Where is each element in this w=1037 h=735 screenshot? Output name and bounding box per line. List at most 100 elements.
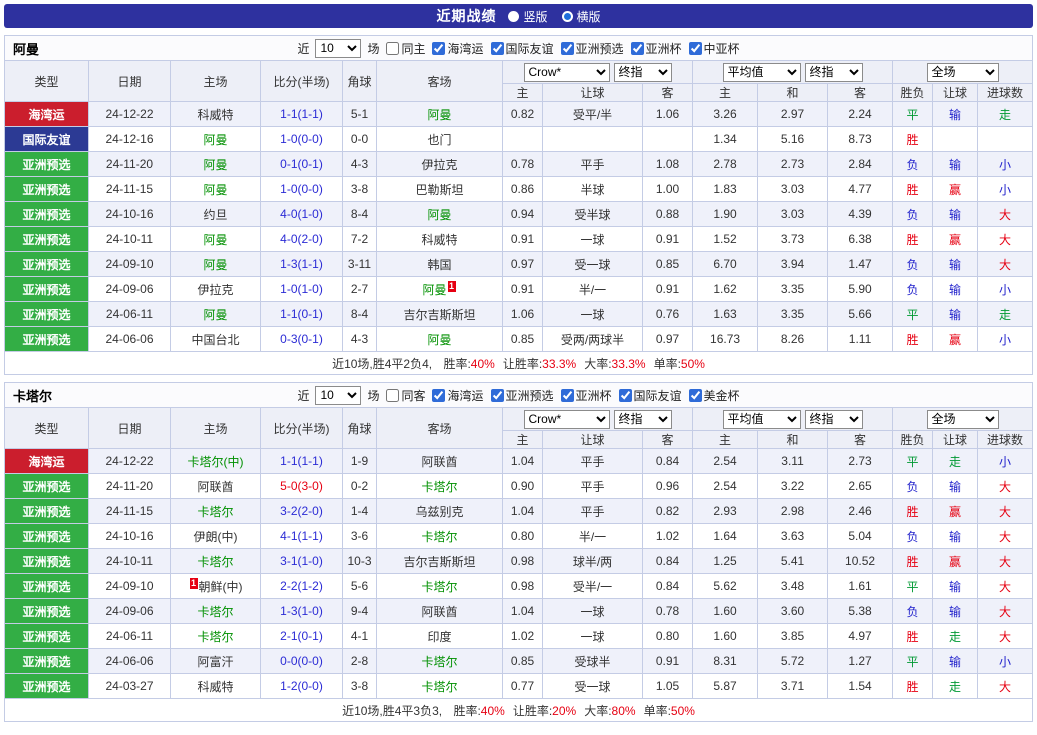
near-label: 近 bbox=[297, 387, 309, 404]
euro-draw-odds: 8.26 bbox=[758, 327, 828, 352]
summary-stat-value: 80% bbox=[612, 704, 636, 718]
view-option[interactable]: 竖版 bbox=[508, 8, 547, 25]
result-goals: 小 bbox=[978, 327, 1033, 352]
asian-away-odds: 0.91 bbox=[643, 227, 693, 252]
competition-checkbox-input[interactable] bbox=[491, 42, 504, 55]
competition-checkbox[interactable]: 亚洲杯 bbox=[630, 40, 682, 57]
competition-checkbox-input[interactable] bbox=[619, 389, 632, 402]
radio-icon bbox=[562, 11, 573, 22]
summary-stat-label: 让胜率: bbox=[513, 704, 552, 718]
competition-checkbox-input[interactable] bbox=[561, 389, 574, 402]
handicap-line: 受两/两球半 bbox=[543, 327, 643, 352]
result-goals: 小 bbox=[978, 152, 1033, 177]
sub-column-header: 主 bbox=[693, 84, 758, 102]
euro-home-odds: 5.62 bbox=[693, 574, 758, 599]
match-date: 24-11-15 bbox=[89, 177, 171, 202]
view-option[interactable]: 横版 bbox=[562, 8, 601, 25]
euro-draw-odds: 2.97 bbox=[758, 102, 828, 127]
competition-checkbox-input[interactable] bbox=[491, 389, 504, 402]
score: 0-0(0-0) bbox=[261, 649, 343, 674]
match-date: 24-10-11 bbox=[89, 227, 171, 252]
euro-away-odds: 5.66 bbox=[828, 302, 893, 327]
competition-checkbox[interactable]: 国际友谊 bbox=[490, 40, 554, 57]
euro-draw-odds: 5.41 bbox=[758, 549, 828, 574]
euro-odds-header: 平均值终指 bbox=[693, 408, 893, 431]
handicap-line: 半/一 bbox=[543, 277, 643, 302]
summary-stat-label: 大率: bbox=[584, 357, 611, 371]
same-venue-checkbox-input[interactable] bbox=[386, 389, 399, 402]
result-goals: 大 bbox=[978, 524, 1033, 549]
team-name: 阿曼 bbox=[13, 39, 39, 58]
asian-home-odds: 0.82 bbox=[503, 102, 543, 127]
competition-checkbox-input[interactable] bbox=[631, 42, 644, 55]
match-date: 24-09-10 bbox=[89, 252, 171, 277]
match-row: 亚洲预选24-09-06伊拉克1-0(1-0)2-7阿曼10.91半/一0.91… bbox=[5, 277, 1033, 302]
handicap-line: 一球 bbox=[543, 227, 643, 252]
same-venue-checkbox-input[interactable] bbox=[386, 42, 399, 55]
competition-checkbox[interactable]: 中亚杯 bbox=[688, 40, 740, 57]
euro-source-select[interactable]: 平均值 bbox=[723, 410, 801, 429]
competition-checkbox-input[interactable] bbox=[689, 389, 702, 402]
asian-away-odds: 0.78 bbox=[643, 599, 693, 624]
summary-row: 近10场,胜4平2负4, 胜率:40%让胜率:33.3%大率:33.3%单率:5… bbox=[5, 352, 1033, 375]
result-goals: 大 bbox=[978, 624, 1033, 649]
match-count-select[interactable]: 10 bbox=[315, 39, 361, 58]
result-handicap: 赢 bbox=[933, 177, 978, 202]
score: 4-0(1-0) bbox=[261, 202, 343, 227]
asian-odds-time-select[interactable]: 终指 bbox=[614, 63, 672, 82]
match-date: 24-09-06 bbox=[89, 277, 171, 302]
handicap-line: 平手 bbox=[543, 152, 643, 177]
result-wdl: 平 bbox=[893, 649, 933, 674]
competition-checkbox[interactable]: 海湾运 bbox=[431, 387, 483, 404]
euro-odds-time-select[interactable]: 终指 bbox=[805, 410, 863, 429]
competition-checkbox[interactable]: 亚洲杯 bbox=[560, 387, 612, 404]
column-header: 类型 bbox=[5, 61, 89, 102]
handicap-line: 平手 bbox=[543, 449, 643, 474]
competition-checkbox-input[interactable] bbox=[432, 389, 445, 402]
competition-checkbox-input[interactable] bbox=[689, 42, 702, 55]
competition-checkbox-input[interactable] bbox=[432, 42, 445, 55]
team-label: 卡塔尔 bbox=[197, 555, 233, 569]
corners: 3-6 bbox=[343, 524, 377, 549]
asian-home-odds bbox=[503, 127, 543, 152]
competition-checkbox[interactable]: 国际友谊 bbox=[618, 387, 682, 404]
result-scope-select[interactable]: 全场 bbox=[927, 410, 999, 429]
competition-checkbox[interactable]: 亚洲预选 bbox=[560, 40, 624, 57]
competition-checkbox[interactable]: 美金杯 bbox=[688, 387, 740, 404]
home-team: 阿曼 bbox=[171, 177, 261, 202]
corners: 4-3 bbox=[343, 152, 377, 177]
match-row: 亚洲预选24-06-06阿富汗0-0(0-0)2-8卡塔尔0.85受球半0.91… bbox=[5, 649, 1033, 674]
asian-away-odds: 0.97 bbox=[643, 327, 693, 352]
bookmaker-select[interactable]: Crow* bbox=[524, 410, 610, 429]
corners: 3-8 bbox=[343, 177, 377, 202]
euro-odds-time-select[interactable]: 终指 bbox=[805, 63, 863, 82]
team-label: 阿曼 bbox=[203, 183, 227, 197]
competition-checkbox-label: 亚洲预选 bbox=[576, 40, 624, 57]
same-venue-checkbox[interactable]: 同客 bbox=[385, 387, 425, 404]
team-label: 科威特 bbox=[421, 233, 457, 247]
competition-checkbox[interactable]: 海湾运 bbox=[431, 40, 483, 57]
home-team: 阿曼 bbox=[171, 152, 261, 177]
handicap-line: 受半/一 bbox=[543, 574, 643, 599]
match-count-select[interactable]: 10 bbox=[315, 386, 361, 405]
euro-draw-odds: 3.71 bbox=[758, 674, 828, 699]
corners: 3-11 bbox=[343, 252, 377, 277]
asian-home-odds: 0.80 bbox=[503, 524, 543, 549]
result-scope-select[interactable]: 全场 bbox=[927, 63, 999, 82]
team-label: 阿富汗 bbox=[197, 655, 233, 669]
bookmaker-select[interactable]: Crow* bbox=[524, 63, 610, 82]
same-venue-checkbox[interactable]: 同主 bbox=[385, 40, 425, 57]
score: 1-0(0-0) bbox=[261, 177, 343, 202]
radio-icon bbox=[508, 11, 519, 22]
euro-draw-odds: 3.35 bbox=[758, 302, 828, 327]
column-header: 客场 bbox=[377, 61, 503, 102]
competition-checkbox-input[interactable] bbox=[561, 42, 574, 55]
asian-odds-time-select[interactable]: 终指 bbox=[614, 410, 672, 429]
competition-checkbox[interactable]: 亚洲预选 bbox=[490, 387, 554, 404]
euro-source-select[interactable]: 平均值 bbox=[723, 63, 801, 82]
sub-column-header: 客 bbox=[643, 84, 693, 102]
match-row: 亚洲预选24-10-11卡塔尔3-1(1-0)10-3吉尔吉斯斯坦0.98球半/… bbox=[5, 549, 1033, 574]
home-team: 1朝鲜(中) bbox=[171, 574, 261, 599]
asian-home-odds: 0.90 bbox=[503, 474, 543, 499]
away-team: 吉尔吉斯斯坦 bbox=[377, 549, 503, 574]
